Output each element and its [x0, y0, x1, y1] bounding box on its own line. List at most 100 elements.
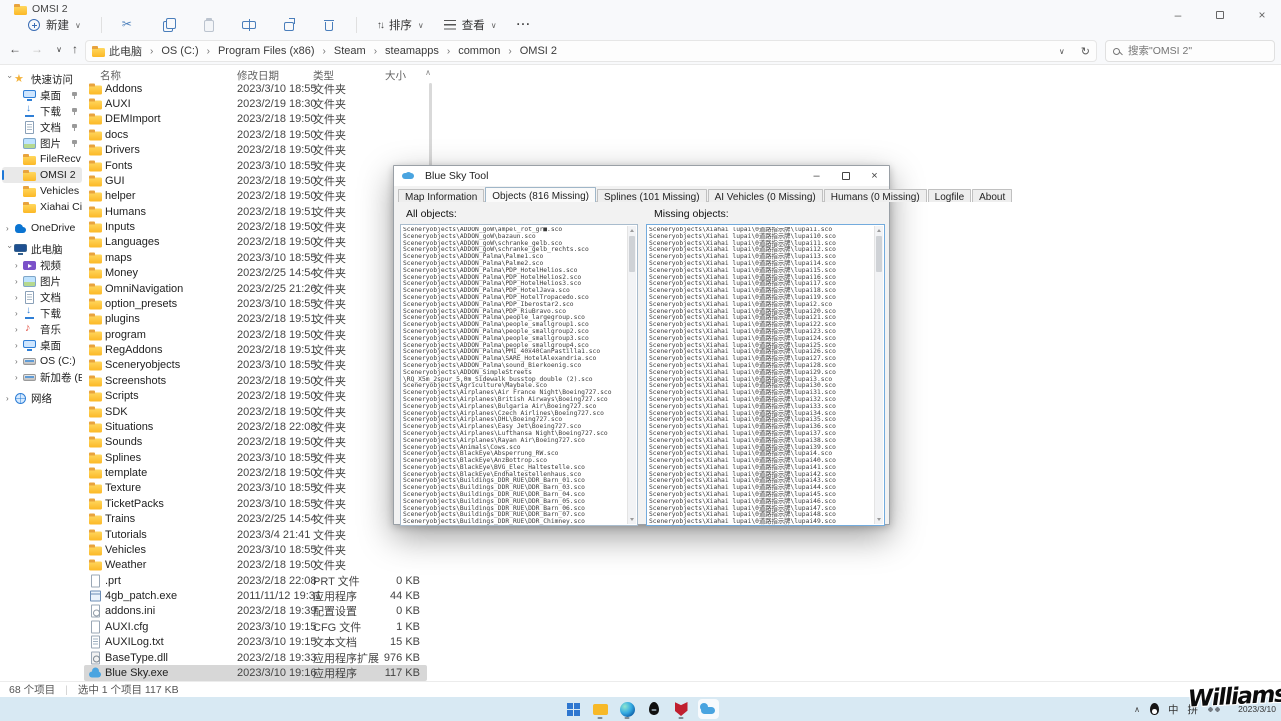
- sidebar-omsi2[interactable]: OMSI 2: [2, 167, 82, 183]
- Texture[interactable]: Texture 2023/3/10 18:55 文件夹: [84, 481, 427, 496]
- new-button[interactable]: 新建 ∨: [28, 17, 81, 33]
- breadcrumb-segment[interactable]: Steam: [334, 45, 366, 57]
- sidebar-pictures-thispc[interactable]: › 图片: [2, 273, 82, 289]
- RegAddons[interactable]: RegAddons 2023/2/18 19:51 文件夹: [84, 342, 427, 357]
- taskbar-explorer-icon[interactable]: [590, 699, 611, 719]
- tab-about[interactable]: About: [972, 189, 1012, 202]
- taskbar-bluesky-icon[interactable]: [698, 699, 719, 719]
- back-button[interactable]: ←: [6, 42, 24, 56]
- maps[interactable]: maps 2023/3/10 18:55 文件夹: [84, 250, 427, 265]
- Humans[interactable]: Humans 2023/2/18 19:51 文件夹: [84, 204, 427, 219]
- tree-chevron-icon[interactable]: ›: [15, 373, 23, 382]
- plugins[interactable]: plugins 2023/2/18 19:51 文件夹: [84, 312, 427, 327]
- Languages[interactable]: Languages 2023/2/18 19:50 文件夹: [84, 235, 427, 250]
- tab-splines[interactable]: Splines (101 Missing): [597, 189, 707, 202]
- Money[interactable]: Money 2023/2/25 14:54 文件夹: [84, 266, 427, 281]
- Inputs[interactable]: Inputs 2023/2/18 19:50 文件夹: [84, 219, 427, 234]
- template[interactable]: template 2023/2/18 19:50 文件夹: [84, 465, 427, 480]
- refresh-icon[interactable]: ↻: [1081, 45, 1090, 58]
- up-button[interactable]: ↑: [66, 42, 84, 56]
- start-button[interactable]: [563, 699, 584, 719]
- taskbar-edge-icon[interactable]: [617, 699, 638, 719]
- search-input[interactable]: [1126, 44, 1267, 58]
- scrollbar-thumb[interactable]: [876, 236, 882, 272]
- tab-objects[interactable]: Objects (816 Missing): [485, 187, 596, 202]
- tree-chevron-icon[interactable]: ›: [6, 394, 14, 403]
- breadcrumb-segment[interactable]: Program Files (x86): [218, 45, 315, 57]
- sidebar-videos[interactable]: › 视频: [2, 257, 82, 273]
- dialog-titlebar[interactable]: Blue Sky Tool – ×: [394, 166, 889, 186]
- sidebar-new-volume-e[interactable]: › 新加卷 (E:): [2, 369, 82, 385]
- rename-button[interactable]: [242, 18, 256, 32]
- AUXILog.txt[interactable]: AUXILog.txt 2023/3/10 19:15 文本文档 15 KB: [84, 635, 427, 650]
- sidebar-documents[interactable]: 文档: [2, 119, 82, 135]
- dialog-maximize-button[interactable]: [831, 166, 860, 186]
- DEMImport[interactable]: DEMImport 2023/2/18 19:50 文件夹: [84, 112, 427, 127]
- tree-chevron-icon[interactable]: ›: [15, 309, 23, 318]
- restore-button[interactable]: [1211, 8, 1229, 22]
- addons.ini[interactable]: addons.ini 2023/2/18 19:39 配置设置 0 KB: [84, 604, 427, 619]
- Weather[interactable]: Weather 2023/2/18 19:50 文件夹: [84, 558, 427, 573]
- paste-button[interactable]: [202, 18, 216, 32]
- sidebar-this-pc[interactable]: › 此电脑: [2, 241, 82, 257]
- Tutorials[interactable]: Tutorials 2023/3/4 21:41 文件夹: [84, 527, 427, 542]
- Splines[interactable]: Splines 2023/3/10 18:55 文件夹: [84, 450, 427, 465]
- BaseType.dll[interactable]: BaseType.dll 2023/2/18 19:33 应用程序扩展 976 …: [84, 650, 427, 665]
- close-button[interactable]: ×: [1253, 8, 1271, 22]
- sidebar-downloads[interactable]: 下载: [2, 103, 82, 119]
- .prt[interactable]: .prt 2023/2/18 22:08 PRT 文件 0 KB: [84, 573, 427, 588]
- address-dropdown-icon[interactable]: ∨: [1059, 47, 1065, 56]
- ime-language-indicator[interactable]: 中: [1168, 702, 1179, 717]
- Situations[interactable]: Situations 2023/2/18 22:08 文件夹: [84, 419, 427, 434]
- sidebar-os-c[interactable]: › OS (C:): [2, 353, 82, 369]
- sidebar-xiahai-city[interactable]: Xiahai City: [2, 199, 82, 215]
- missing-objects-listbox[interactable]: Sceneryobjects\Xiahai lupai\0道路指示牌\lupai…: [646, 224, 885, 526]
- breadcrumb-segment[interactable]: steamapps: [385, 45, 439, 57]
- dialog-close-button[interactable]: ×: [860, 166, 889, 186]
- tab-logfile[interactable]: Logfile: [928, 189, 971, 202]
- cut-button[interactable]: [122, 18, 136, 32]
- sidebar-desktop-thispc[interactable]: › 桌面: [2, 337, 82, 353]
- tree-chevron-icon[interactable]: ›: [15, 293, 23, 302]
- sidebar-music[interactable]: › 音乐: [2, 321, 82, 337]
- Sceneryobjects[interactable]: Sceneryobjects 2023/3/10 18:55 文件夹: [84, 358, 427, 373]
- Drivers[interactable]: Drivers 2023/2/18 19:50 文件夹: [84, 143, 427, 158]
- sidebar-desktop[interactable]: 桌面: [2, 87, 82, 103]
- share-button[interactable]: [282, 18, 296, 32]
- scrollbar-thumb[interactable]: [629, 236, 635, 272]
- tab-humans[interactable]: Humans (0 Missing): [824, 189, 927, 202]
- scroll-up-icon[interactable]: ∧: [425, 68, 431, 77]
- AUXI[interactable]: AUXI 2023/2/19 18:30 文件夹: [84, 96, 427, 111]
- SDK[interactable]: SDK 2023/2/18 19:50 文件夹: [84, 404, 427, 419]
- forward-button[interactable]: →: [28, 42, 46, 56]
- qq-penguin-icon[interactable]: [1149, 703, 1159, 715]
- object-path-line[interactable]: Sceneryobjects\Buildings_DDR_RUE\DDR_Chi…: [403, 519, 626, 525]
- delete-button[interactable]: [322, 18, 336, 32]
- taskbar-mcafee-icon[interactable]: [671, 699, 692, 719]
- minimize-button[interactable]: –: [1169, 8, 1187, 22]
- sort-button[interactable]: ↑↓ 排序 ∨: [377, 17, 424, 33]
- more-options-button[interactable]: ···: [517, 19, 532, 31]
- TicketPacks[interactable]: TicketPacks 2023/3/10 18:55 文件夹: [84, 496, 427, 511]
- breadcrumb-segment[interactable]: OMSI 2: [520, 45, 557, 57]
- breadcrumb-segment[interactable]: OS (C:): [161, 45, 198, 57]
- Screenshots[interactable]: Screenshots 2023/2/18 19:50 文件夹: [84, 373, 427, 388]
- docs[interactable]: docs 2023/2/18 19:50 文件夹: [84, 127, 427, 142]
- sidebar-pictures[interactable]: 图片: [2, 135, 82, 151]
- GUI[interactable]: GUI 2023/2/18 19:50 文件夹: [84, 173, 427, 188]
- AUXI.cfg[interactable]: AUXI.cfg 2023/3/10 19:15 CFG 文件 1 KB: [84, 619, 427, 634]
- tree-chevron-icon[interactable]: ›: [15, 341, 23, 350]
- breadcrumb-segment[interactable]: common: [458, 45, 500, 57]
- sidebar-documents-thispc[interactable]: › 文档: [2, 289, 82, 305]
- Fonts[interactable]: Fonts 2023/3/10 18:55 文件夹: [84, 158, 427, 173]
- breadcrumb[interactable]: 此电脑 › OS (C:) › Program Files (x86) › St…: [85, 40, 1097, 62]
- all-objects-listbox[interactable]: Sceneryobjects\ADDON_goW\ampel_rot_gr■.s…: [400, 224, 638, 526]
- sidebar-network[interactable]: › 网络: [2, 390, 82, 406]
- option_presets[interactable]: option_presets 2023/3/10 18:55 文件夹: [84, 296, 427, 311]
- Sounds[interactable]: Sounds 2023/2/18 19:50 文件夹: [84, 435, 427, 450]
- tree-chevron-icon[interactable]: ›: [6, 224, 14, 233]
- view-button[interactable]: 查看 ∨: [444, 17, 497, 33]
- listbox-scrollbar[interactable]: [627, 226, 636, 524]
- tree-chevron-icon[interactable]: ›: [15, 277, 23, 286]
- sidebar-downloads-thispc[interactable]: › 下载: [2, 305, 82, 321]
